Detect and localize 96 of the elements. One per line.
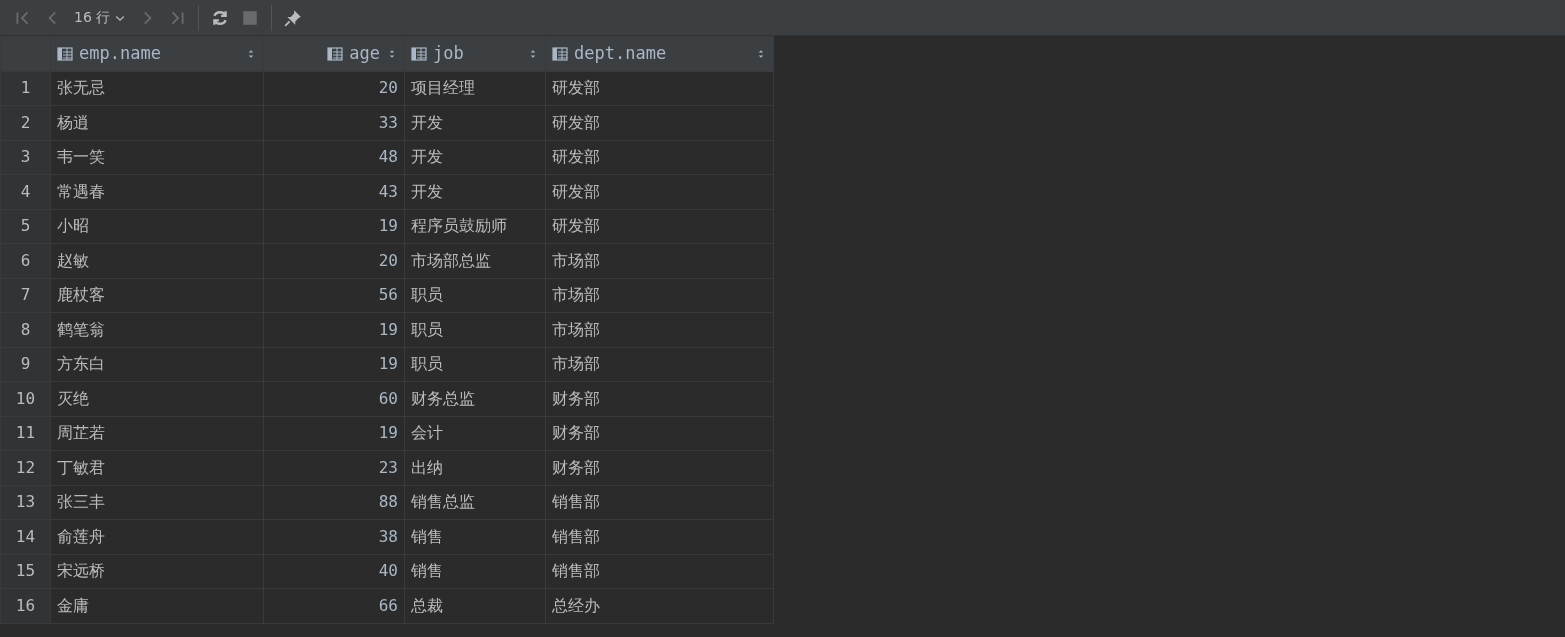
column-label: job [433,42,464,65]
table-cell: 20 [263,243,405,278]
table-cell: 66 [263,588,405,623]
table-cell: 研发部 [545,209,774,244]
table-cell: 常遇春 [50,174,264,209]
table-cell: 会计 [404,416,546,451]
table-cell: 总经办 [545,588,774,623]
row-count-dropdown[interactable]: 16 行 [68,0,133,36]
table-cell: 灭绝 [50,381,264,416]
table-cell: 职员 [404,347,546,382]
table-cell: 19 [263,209,405,244]
column-label: age [349,42,380,65]
table-cell: 23 [263,450,405,485]
pin-icon [284,8,303,27]
column-header[interactable]: emp.name [50,36,264,71]
table-cell: 杨逍 [50,105,264,140]
row-number: 14 [0,519,51,554]
table-cell: 小昭 [50,209,264,244]
column-label: emp.name [79,42,161,65]
table-cell: 赵敏 [50,243,264,278]
column-label: dept.name [574,42,667,65]
table-cell: 张三丰 [50,485,264,520]
table-cell: 研发部 [545,71,774,106]
table-cell: 56 [263,278,405,313]
refresh-icon [211,8,230,27]
column-header[interactable]: age [263,36,405,71]
table-cell: 张无忌 [50,71,264,106]
table-cell: 43 [263,174,405,209]
table-cell: 开发 [404,174,546,209]
row-number: 10 [0,381,51,416]
row-number: 8 [0,312,51,347]
table-cell: 销售部 [545,485,774,520]
table-cell: 市场部总监 [404,243,546,278]
table-column-icon [327,45,344,62]
table-cell: 职员 [404,312,546,347]
table-cell: 总裁 [404,588,546,623]
row-number: 3 [0,140,51,175]
table-cell: 20 [263,71,405,106]
table-cell: 研发部 [545,140,774,175]
table-column-icon [411,45,427,62]
table-cell: 40 [263,554,405,589]
row-number: 5 [0,209,51,244]
table-cell: 60 [263,381,405,416]
table-cell: 19 [263,347,405,382]
table-cell: 市场部 [545,347,774,382]
table-cell: 韦一笑 [50,140,264,175]
table-cell: 销售 [404,519,546,554]
table-cell: 出纳 [404,450,546,485]
column-header[interactable]: dept.name [545,36,774,71]
row-number: 6 [0,243,51,278]
table-cell: 研发部 [545,174,774,209]
table-cell: 38 [263,519,405,554]
table-cell: 财务部 [545,381,774,416]
table-column-icon [57,45,73,62]
row-number: 1 [0,71,51,106]
table-cell: 销售总监 [404,485,546,520]
table-cell: 研发部 [545,105,774,140]
row-number: 15 [0,554,51,589]
table-cell: 方东白 [50,347,264,382]
table-cell: 市场部 [545,278,774,313]
table-cell: 周芷若 [50,416,264,451]
table-cell: 宋远桥 [50,554,264,589]
row-number: 2 [0,105,51,140]
row-number: 16 [0,588,51,623]
table-cell: 职员 [404,278,546,313]
table-cell: 销售 [404,554,546,589]
table-cell: 88 [263,485,405,520]
table-cell: 财务部 [545,416,774,451]
table-cell: 48 [263,140,405,175]
table-cell: 33 [263,105,405,140]
table-cell: 项目经理 [404,71,546,106]
stop-icon [241,8,260,27]
table-cell: 市场部 [545,312,774,347]
table-cell: 19 [263,416,405,451]
table-cell: 丁敏君 [50,450,264,485]
column-header[interactable]: job [404,36,546,71]
table-cell: 鹤笔翁 [50,312,264,347]
table-cell: 金庸 [50,588,264,623]
row-number: 9 [0,347,51,382]
table-cell: 销售部 [545,554,774,589]
row-number: 4 [0,174,51,209]
table-cell: 财务总监 [404,381,546,416]
row-number: 11 [0,416,51,451]
row-number: 12 [0,450,51,485]
table-cell: 开发 [404,140,546,175]
table-cell: 鹿杖客 [50,278,264,313]
table-column-icon [552,45,568,62]
table-cell: 19 [263,312,405,347]
table-cell: 程序员鼓励师 [404,209,546,244]
table-cell: 开发 [404,105,546,140]
table-cell: 俞莲舟 [50,519,264,554]
table-cell: 财务部 [545,450,774,485]
table-cell: 销售部 [545,519,774,554]
table-cell: 市场部 [545,243,774,278]
row-number: 13 [0,485,51,520]
row-number: 7 [0,278,51,313]
